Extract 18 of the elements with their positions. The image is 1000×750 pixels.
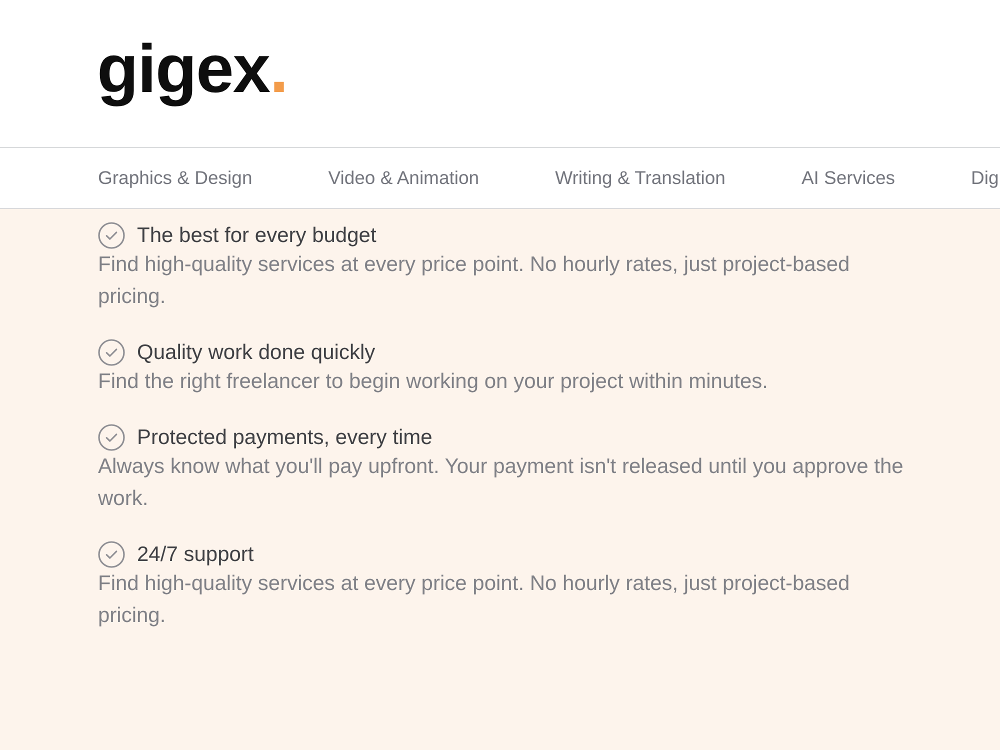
feature-description: Find high-quality services at every price point. No hourly rates, just project-based pricing.	[98, 252, 851, 310]
feature-description: Always know what you'll pay upfront. Your payment isn't released until you approve the work.	[98, 454, 904, 512]
category-link[interactable]: Writing & Translation	[555, 168, 726, 188]
feature-title: Quality work done quickly	[137, 342, 376, 363]
feature-description: Find the right freelancer to begin working on your project within minutes.	[98, 369, 770, 395]
category-link[interactable]: Dig	[971, 168, 999, 188]
feature-title: The best for every budget	[137, 225, 376, 246]
check-circle-icon	[98, 541, 125, 568]
gigex-logo[interactable]: gigex.	[97, 27, 288, 112]
feature-description: Find high-quality services at every price point. No hourly rates, just project-based pricing.	[98, 571, 851, 629]
feature-title: 24/7 support	[137, 544, 254, 565]
feature-title: Protected payments, every time	[137, 427, 432, 448]
check-circle-icon	[98, 424, 125, 451]
category-link[interactable]: Video & Animation	[328, 168, 480, 188]
category-link[interactable]: AI Services	[801, 168, 895, 188]
check-circle-icon	[98, 222, 125, 249]
category-link[interactable]: Graphics & Design	[98, 168, 252, 188]
check-circle-icon	[98, 339, 125, 366]
